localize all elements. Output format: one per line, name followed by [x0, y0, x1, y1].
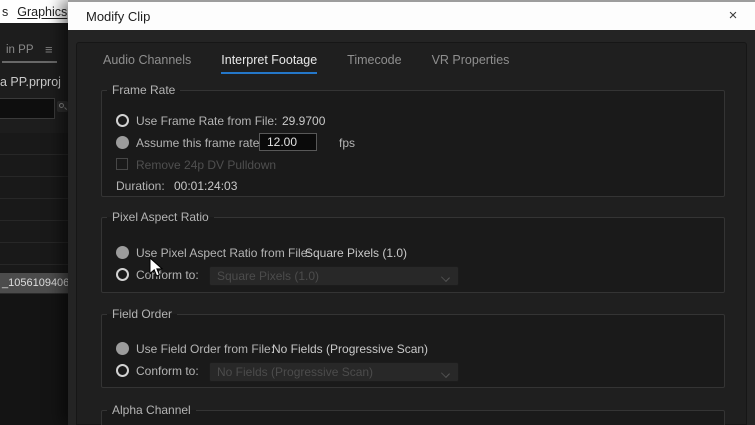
- conform-par-radio[interactable]: [116, 268, 129, 281]
- alpha-channel-group-title: Alpha Channel: [107, 403, 196, 417]
- use-par-radio[interactable]: [116, 246, 129, 259]
- par-conform-dropdown[interactable]: Square Pixels (1.0): [209, 266, 459, 286]
- fps-label: fps: [339, 136, 355, 150]
- menu-item-partial[interactable]: s: [2, 5, 8, 19]
- hamburger-icon[interactable]: ≡: [45, 42, 52, 57]
- duration-label: Duration:: [116, 179, 165, 193]
- active-panel-underline: [2, 61, 57, 63]
- use-field-order-label: Use Field Order from File:: [136, 342, 274, 356]
- list-empty-area: [0, 293, 68, 425]
- search-handle: [64, 107, 67, 110]
- remove-pulldown-label: Remove 24p DV Pulldown: [136, 158, 276, 172]
- search-icon[interactable]: [57, 101, 68, 112]
- modify-clip-dialog: Modify Clip × Audio Channels Interpret F…: [68, 0, 755, 425]
- tab-audio-channels[interactable]: Audio Channels: [103, 53, 191, 74]
- conform-field-order-label: Conform to:: [136, 364, 199, 378]
- app-menubar: s Graphics Vi: [0, 0, 70, 23]
- tab-vr-properties[interactable]: VR Properties: [432, 53, 510, 74]
- field-order-file-value: No Fields (Progressive Scan): [272, 342, 428, 356]
- tab-interpret-footage[interactable]: Interpret Footage: [221, 53, 317, 74]
- use-frame-rate-label: Use Frame Rate from File:: [136, 114, 277, 128]
- close-icon[interactable]: ×: [719, 2, 747, 30]
- frame-rate-input[interactable]: [259, 133, 317, 151]
- project-panel: in PP ≡ a PP.prproj _1056109406.: [0, 23, 68, 425]
- field-order-group-title: Field Order: [107, 307, 177, 321]
- project-item-list[interactable]: [0, 133, 68, 273]
- use-field-order-radio[interactable]: [116, 342, 129, 355]
- field-order-conform-dropdown-value: No Fields (Progressive Scan): [217, 365, 373, 379]
- panel-tab-label[interactable]: in PP: [6, 44, 34, 56]
- par-conform-dropdown-value: Square Pixels (1.0): [217, 269, 319, 283]
- field-order-group: Field Order Use Field Order from File: N…: [101, 307, 725, 388]
- search-input[interactable]: [0, 98, 55, 119]
- tab-timecode[interactable]: Timecode: [347, 53, 401, 74]
- tab-bar: Audio Channels Interpret Footage Timecod…: [103, 53, 509, 74]
- frame-rate-file-value: 29.9700: [282, 114, 325, 128]
- remove-pulldown-checkbox[interactable]: [116, 158, 128, 170]
- conform-par-label: Conform to:: [136, 268, 199, 282]
- assume-frame-rate-label: Assume this frame rate:: [136, 136, 263, 150]
- menu-item-graphics[interactable]: Graphics: [17, 5, 67, 19]
- dialog-content-panel: Audio Channels Interpret Footage Timecod…: [76, 42, 747, 425]
- assume-frame-rate-radio[interactable]: [116, 136, 129, 149]
- chevron-down-icon: [441, 273, 450, 282]
- mouse-cursor: [149, 257, 165, 279]
- frame-rate-group: Frame Rate Use Frame Rate from File: 29.…: [101, 83, 725, 197]
- selected-clip-label: _1056109406.: [2, 277, 68, 289]
- duration-value: 00:01:24:03: [174, 179, 237, 193]
- project-title: a PP.prproj: [0, 75, 68, 89]
- pixel-aspect-ratio-group: Pixel Aspect Ratio Use Pixel Aspect Rati…: [101, 210, 725, 293]
- pixel-aspect-ratio-group-title: Pixel Aspect Ratio: [107, 210, 214, 224]
- par-file-value: Square Pixels (1.0): [305, 246, 407, 260]
- screen: s Graphics Vi in PP ≡ a PP.prproj _10561…: [0, 0, 755, 425]
- dialog-titlebar[interactable]: Modify Clip ×: [68, 2, 755, 30]
- dialog-title: Modify Clip: [86, 9, 150, 24]
- field-order-conform-dropdown[interactable]: No Fields (Progressive Scan): [209, 362, 459, 382]
- selected-clip-row[interactable]: _1056109406.: [0, 273, 68, 293]
- chevron-down-icon: [441, 369, 450, 378]
- frame-rate-group-title: Frame Rate: [107, 83, 180, 97]
- conform-field-order-radio[interactable]: [116, 364, 129, 377]
- alpha-channel-group: Alpha Channel: [101, 403, 725, 425]
- use-frame-rate-radio[interactable]: [116, 114, 129, 127]
